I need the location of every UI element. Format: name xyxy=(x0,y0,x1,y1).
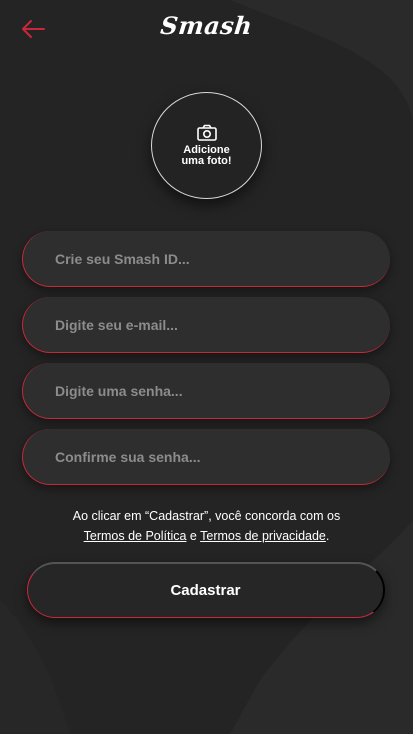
confirm-password-input[interactable] xyxy=(23,429,390,484)
add-photo-button[interactable]: Adicione uma foto! xyxy=(151,92,262,199)
smash-id-input[interactable] xyxy=(23,231,390,286)
terms-conjunction: e xyxy=(186,529,201,543)
terms-links-line: Termos de Política e Termos de privacida… xyxy=(0,526,413,546)
password-field xyxy=(22,363,390,419)
confirm-password-field xyxy=(22,429,390,485)
privacy-terms-link[interactable]: Termos de privacidade xyxy=(200,529,326,543)
terms-prefix: Ao clicar em “Cadastrar”, você concorda … xyxy=(72,509,341,523)
terms-notice: Ao clicar em “Cadastrar”, você concorda … xyxy=(0,506,413,546)
app-logo: Smash xyxy=(159,11,254,40)
register-button[interactable]: Cadastrar xyxy=(27,562,385,618)
email-input[interactable] xyxy=(23,297,390,352)
header: Smash xyxy=(0,0,413,60)
camera-icon xyxy=(196,124,217,141)
terms-suffix: . xyxy=(325,529,330,543)
terms-policy-link[interactable]: Termos de Política xyxy=(84,529,187,543)
add-photo-label: Adicione uma foto! xyxy=(181,144,232,167)
smash-id-field xyxy=(22,231,390,287)
password-input[interactable] xyxy=(23,363,390,418)
email-field xyxy=(22,297,390,353)
